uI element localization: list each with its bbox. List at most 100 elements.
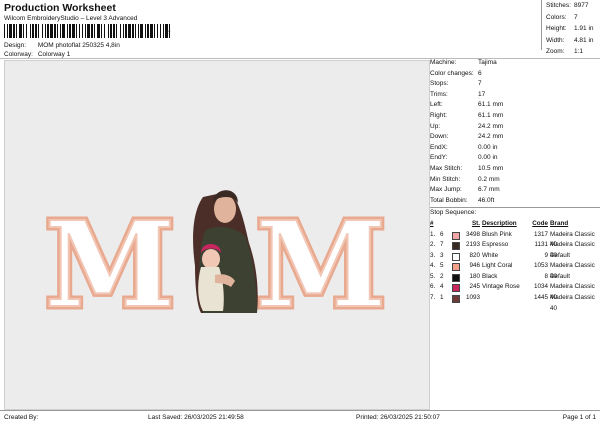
row-brand: Default	[550, 272, 570, 280]
letter-m-left: M	[45, 195, 176, 334]
info-value: 61.1 mm	[478, 111, 504, 119]
info-value: 46.0ft	[478, 196, 495, 204]
machine-info-row: Down: 24.2 mm	[430, 132, 600, 143]
col-num: #	[430, 219, 434, 227]
row-num: 4.	[430, 262, 436, 270]
stat-value: 4.81 in	[574, 36, 594, 44]
col-stop	[440, 219, 452, 230]
row-code: 1131	[534, 241, 548, 249]
barcode	[4, 24, 170, 38]
row-brand: Madeira Classic 40	[550, 230, 595, 249]
info-key: EndX:	[430, 143, 448, 151]
row-brand: Madeira Classic 40	[550, 283, 595, 302]
color-swatch	[452, 263, 460, 272]
row-stop: 3	[440, 251, 444, 259]
created-by-label: Created By:	[4, 414, 39, 421]
machine-info-row: Max Jump: 6.7 mm	[430, 185, 600, 196]
row-code: 1034	[533, 283, 548, 291]
letter-m-right: M	[256, 195, 387, 334]
info-value: 6.7 mm	[478, 186, 500, 194]
row-num: 5.	[430, 272, 436, 280]
stat-key: Height:	[546, 25, 567, 32]
row-stitches: 180	[469, 272, 480, 280]
row-num: 3.	[430, 251, 436, 259]
stat-value: 8977	[574, 2, 589, 9]
machine-info-row: Trims: 17	[430, 90, 600, 101]
col-code: Code	[532, 219, 548, 227]
info-key: Max Jump:	[430, 186, 462, 194]
col-st: St.	[471, 219, 480, 227]
row-stop: 4	[440, 283, 444, 291]
info-value: 10.5 mm	[478, 164, 504, 172]
info-key: Machine:	[430, 59, 457, 66]
row-stitches: 946	[469, 262, 480, 270]
stop-sequence-label: Stop Sequence:	[430, 207, 600, 219]
row-description: Black	[482, 272, 498, 280]
row-stop: 2	[440, 272, 444, 280]
colorway-value: Colorway 1	[37, 51, 71, 58]
design-row: Design: MOM photoflat 250325 4,8in	[4, 42, 120, 49]
row-description	[482, 293, 526, 304]
machine-info-row: Total Bobbin: 46.0ft	[430, 196, 600, 207]
row-brand: Default	[550, 251, 570, 259]
color-swatch	[452, 231, 460, 240]
machine-info-row: Up: 24.2 mm	[430, 122, 600, 133]
stat-value: 7	[574, 13, 578, 21]
stat-key: Colors:	[546, 13, 567, 21]
row-stitches: 1093	[465, 294, 480, 302]
info-value: 0.00 in	[478, 154, 498, 162]
table-row: 7. 1 1093 1445 Madeira Classic 40	[430, 293, 600, 312]
info-value: 17	[478, 90, 486, 98]
page-number: Page 1 of 1	[562, 414, 596, 421]
row-stop: 1	[440, 294, 444, 302]
table-row: 1. 6 3498 Blush Pink 1317 Madeira Classic 40	[430, 230, 600, 249]
row-code: 1053	[533, 262, 548, 270]
row-description: Espresso	[482, 241, 509, 249]
stat-key: Width:	[546, 36, 565, 44]
row-brand: Madeira Classic 40	[550, 294, 595, 312]
design-preview: M M M M	[4, 60, 430, 410]
info-key: Down:	[430, 133, 449, 141]
color-swatch	[452, 295, 460, 304]
info-key: Trims:	[430, 90, 448, 98]
table-row: 3. 3 820 White 9 Default	[430, 251, 600, 262]
row-stop: 6	[440, 230, 444, 238]
footer: Created By: Last Saved: 26/03/2025 21:49…	[0, 410, 600, 425]
info-value: 24.2 mm	[478, 133, 504, 141]
info-value: 61.1 mm	[478, 101, 504, 109]
info-key: Min Stitch:	[430, 175, 461, 183]
design-artwork: M M M M	[41, 190, 390, 338]
info-key: Total Bobbin:	[430, 196, 468, 204]
row-stitches: 820	[469, 251, 480, 259]
mother-and-baby-image	[193, 190, 258, 313]
info-value: 0.2 mm	[478, 175, 500, 183]
row-stitches: 245	[469, 283, 480, 291]
row-description: Light Coral	[482, 262, 513, 270]
row-code: 1445	[533, 294, 548, 302]
info-value: 0.00 in	[478, 143, 498, 151]
row-stop: 5	[440, 262, 444, 270]
row-brand: Madeira Classic 40	[550, 262, 595, 280]
machine-info-row: Stops: 7	[430, 79, 600, 90]
row-num: 7.	[430, 294, 436, 302]
printed-label: Printed: 26/03/2025 21:50:07	[356, 414, 440, 421]
row-description: Blush Pink	[482, 230, 512, 238]
last-saved-label: Last Saved: 26/03/2025 21:49:58	[148, 414, 244, 421]
machine-info-row: EndY: 0.00 in	[430, 153, 600, 164]
row-stitches: 3498	[465, 230, 480, 238]
barcode-suffix: ,	[168, 24, 171, 35]
machine-info-row: Left: 61.1 mm	[430, 100, 600, 111]
colorway-row: Colorway: Colorway 1	[4, 51, 70, 58]
info-key: Left:	[430, 101, 443, 109]
machine-info-row: Machine: Tajima	[430, 58, 600, 69]
machine-info-row: Right: 61.1 mm	[430, 111, 600, 122]
stat-value: 1.91 in	[574, 25, 594, 32]
color-swatch	[452, 252, 460, 261]
info-key: Stops:	[430, 80, 449, 88]
machine-info-row: Color changes: 6	[430, 69, 600, 80]
machine-info-panel: Machine: Tajima Color changes: 6 Stops: 7 Trim…	[430, 58, 600, 312]
row-description: Vintage Rose	[482, 283, 520, 291]
table-row: 5. 2 180 Black 8 Default	[430, 272, 600, 283]
design-value: MOM photoflat 250325 4,8in	[37, 42, 120, 49]
row-brand: Madeira Classic 40	[550, 241, 595, 259]
